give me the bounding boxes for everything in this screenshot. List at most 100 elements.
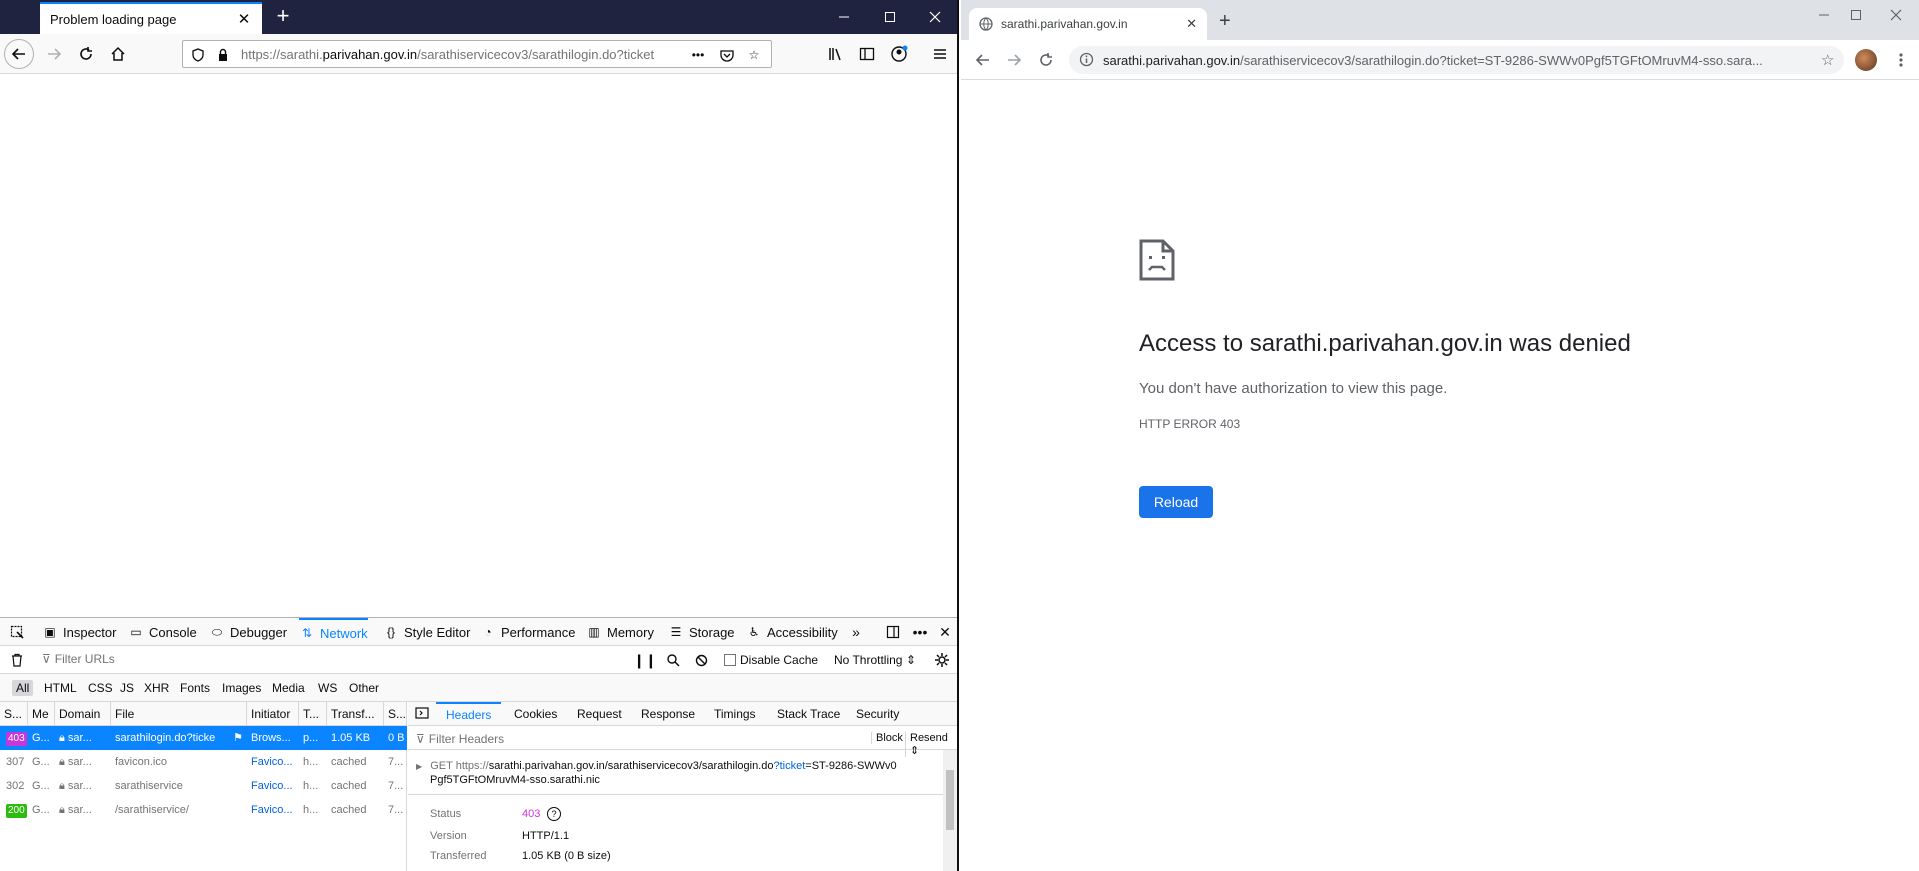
toggle-panel-icon[interactable]	[412, 704, 432, 722]
table-row[interactable]: 302 G... 🔒︎ sar... sarathiservice Favico…	[0, 774, 407, 798]
sidebar-button[interactable]	[853, 40, 881, 68]
tab-request[interactable]: Request	[577, 702, 622, 726]
col-size[interactable]: S...	[384, 702, 407, 726]
pause-icon[interactable]: ❙❙	[633, 651, 656, 669]
page-actions-icon[interactable]: •••	[689, 46, 707, 64]
new-tab-button[interactable]: +	[1219, 10, 1231, 33]
col-type[interactable]: T...	[299, 702, 327, 726]
col-status[interactable]: S...	[0, 702, 28, 726]
type-other[interactable]: Other	[345, 680, 383, 696]
devtools-tab-accessibility[interactable]: ♿ Accessibility	[746, 618, 838, 646]
dock-side-icon[interactable]	[883, 623, 903, 641]
filter-headers-input[interactable]: ⊽ Filter Headers	[416, 732, 504, 746]
type-all[interactable]: All	[12, 680, 34, 696]
sad-page-icon	[1139, 239, 1175, 281]
new-tab-button[interactable]: +	[272, 5, 294, 28]
home-button[interactable]	[104, 40, 132, 68]
row-initiator[interactable]: Favico...	[247, 774, 299, 798]
devtools-tab-style-editor[interactable]: {} Style Editor	[383, 618, 471, 646]
maximize-button[interactable]	[867, 0, 913, 34]
forward-arrow-icon	[48, 48, 62, 60]
close-devtools-icon[interactable]: ✕	[935, 623, 955, 641]
forward-button[interactable]	[1002, 48, 1026, 72]
close-tab-icon[interactable]: ✕	[236, 11, 252, 28]
tab-headers[interactable]: Headers	[436, 702, 502, 726]
menu-button[interactable]	[926, 40, 954, 68]
block-requests-icon[interactable]	[691, 651, 711, 669]
row-initiator[interactable]: Favico...	[247, 798, 299, 822]
close-window-button[interactable]	[1873, 0, 1919, 30]
close-tab-icon[interactable]: ✕	[1186, 16, 1197, 32]
devtools-tab-network[interactable]: ⇅ Network	[299, 618, 368, 646]
type-fonts[interactable]: Fonts	[176, 680, 214, 696]
col-initiator[interactable]: Initiator	[247, 702, 299, 726]
chrome-tab[interactable]: sarathi.parivahan.gov.in ✕	[969, 8, 1207, 40]
col-method[interactable]: Me	[28, 702, 55, 726]
col-domain[interactable]: Domain	[55, 702, 111, 726]
tab-stack-trace[interactable]: Stack Trace	[777, 702, 840, 726]
devtools-tab-debugger[interactable]: ⬭ Debugger	[209, 618, 287, 646]
devtools-tab-console[interactable]: ▭ Console	[128, 618, 196, 646]
omnibox[interactable]: sarathi.parivahan.gov.in/sarathiservicec…	[1069, 46, 1844, 74]
filter-urls-input[interactable]: ⊽ Filter URLs	[42, 652, 115, 666]
account-button[interactable]	[885, 40, 913, 68]
devtools-tab-storage[interactable]: ☰ Storage	[668, 618, 735, 646]
close-window-button[interactable]	[912, 0, 957, 34]
firefox-tab[interactable]: Problem loading page ✕	[40, 2, 262, 34]
bookmark-star-icon[interactable]: ☆	[745, 46, 763, 64]
devtools-tab-memory[interactable]: ▥ Memory	[586, 618, 654, 646]
info-icon[interactable]	[1079, 52, 1094, 70]
type-xhr[interactable]: XHR	[140, 680, 173, 696]
devtools-tab-performance[interactable]: ◔ Performance	[480, 618, 575, 646]
reload-button[interactable]	[72, 40, 100, 68]
forward-arrow-icon	[1008, 54, 1022, 66]
hamburger-menu-icon	[934, 49, 946, 59]
col-file[interactable]: File	[111, 702, 247, 726]
element-picker-icon[interactable]	[7, 623, 27, 641]
type-css[interactable]: CSS	[84, 680, 117, 696]
type-js[interactable]: JS	[116, 680, 138, 696]
type-ws[interactable]: WS	[314, 680, 341, 696]
scroll-thumb[interactable]	[946, 770, 954, 830]
tab-cookies[interactable]: Cookies	[514, 702, 557, 726]
network-settings-gear-icon[interactable]	[932, 651, 952, 669]
reload-button[interactable]	[1034, 48, 1058, 72]
more-tabs-icon[interactable]: »	[846, 623, 866, 641]
row-domain: 🔒︎ sar...	[59, 732, 92, 744]
block-button[interactable]: Block	[871, 732, 903, 744]
tab-timings[interactable]: Timings	[714, 702, 756, 726]
col-transferred[interactable]: Transf...	[327, 702, 384, 726]
type-images[interactable]: Images	[218, 680, 265, 696]
help-icon[interactable]: ?	[547, 807, 561, 821]
devtools-options-icon[interactable]: •••	[910, 623, 930, 641]
type-html[interactable]: HTML	[40, 680, 81, 696]
url-bar[interactable]: https://sarathi.parivahan.gov.in/sarathi…	[182, 40, 772, 68]
expand-arrow-icon[interactable]: ▶	[416, 762, 422, 771]
forward-button[interactable]	[40, 40, 68, 68]
avatar[interactable]	[1855, 49, 1877, 71]
lock-icon[interactable]	[214, 46, 232, 64]
back-button[interactable]	[4, 39, 34, 69]
chrome-menu-button[interactable]	[1889, 48, 1913, 72]
row-status: 302	[6, 780, 25, 792]
table-row[interactable]: 307 G... 🔒︎ sar... favicon.ico Favico...…	[0, 750, 407, 774]
disable-cache-checkbox[interactable]: Disable Cache	[724, 653, 818, 667]
pocket-icon[interactable]	[718, 46, 736, 64]
row-initiator[interactable]: Favico...	[247, 750, 299, 774]
minimize-button[interactable]	[821, 0, 867, 34]
trash-icon[interactable]	[7, 651, 27, 669]
search-icon[interactable]	[663, 651, 683, 669]
type-media[interactable]: Media	[268, 680, 309, 696]
tab-response[interactable]: Response	[641, 702, 695, 726]
library-button[interactable]	[822, 40, 850, 68]
table-row[interactable]: 200 G... 🔒︎ sar... /sarathiservice/ Favi…	[0, 798, 407, 822]
bookmark-star-icon[interactable]: ☆	[1821, 51, 1834, 69]
tab-security[interactable]: Security	[856, 702, 899, 726]
table-row[interactable]: 403 G... 🔒︎ sar... sarathilogin.do?ticke…	[0, 726, 407, 750]
back-button[interactable]	[971, 48, 995, 72]
details-scrollbar[interactable]	[943, 750, 957, 871]
devtools-tab-inspector[interactable]: ▣ Inspector	[42, 618, 116, 646]
throttling-select[interactable]: No Throttling ⇕	[834, 653, 916, 667]
shield-icon[interactable]	[189, 46, 207, 64]
reload-page-button[interactable]: Reload	[1139, 486, 1213, 518]
